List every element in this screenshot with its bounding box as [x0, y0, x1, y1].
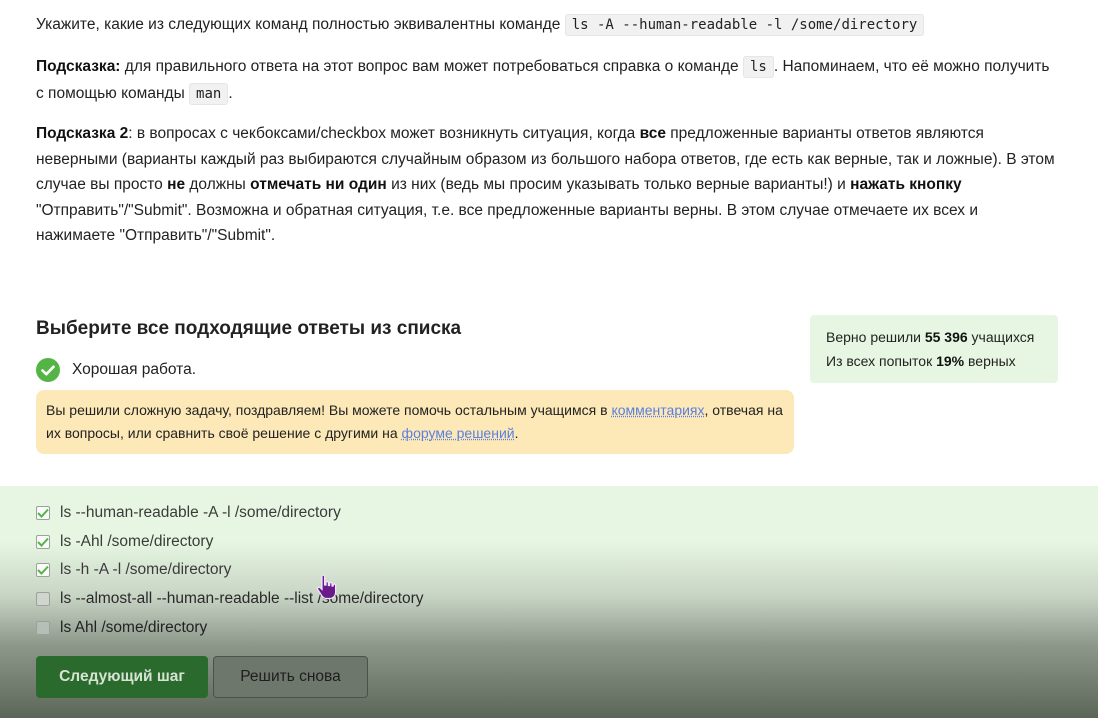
hint-2: Подсказка 2: в вопросах с чекбоксами/che… — [36, 121, 1060, 249]
answer-option-label: ls --almost-all --human-readable --list … — [60, 590, 424, 607]
hand-cursor-icon — [316, 574, 338, 605]
checkbox-checked[interactable] — [36, 535, 50, 549]
hint-2-bold: отмечать ни один — [250, 176, 387, 193]
answer-option[interactable]: ls --almost-all --human-readable --list … — [36, 590, 424, 608]
comments-link[interactable]: комментариях — [611, 402, 704, 418]
stats-attempts-suffix: верных — [968, 353, 1016, 369]
checkbox-checked[interactable] — [36, 563, 50, 577]
hint-1-text-c: . — [228, 84, 233, 102]
solutions-forum-link[interactable]: форуме решений — [402, 425, 515, 441]
stats-solved: Верно решили 55 396 учащихся — [826, 325, 1042, 349]
stats-solved-suffix: учащихся — [971, 329, 1035, 345]
answer-option-label: ls -Ahl /some/directory — [60, 533, 214, 550]
answers-panel: ls --human-readable -A -l /some/director… — [0, 486, 1098, 718]
answer-option[interactable]: ls Ahl /some/directory — [36, 619, 207, 637]
stats-panel: Верно решили 55 396 учащихся Из всех поп… — [810, 315, 1058, 383]
hint-2-bold: не — [167, 176, 186, 193]
checkbox-checked[interactable] — [36, 506, 50, 520]
hint-2-text: должны — [189, 176, 246, 193]
answer-option[interactable]: ls --human-readable -A -l /some/director… — [36, 504, 341, 522]
notice-text: Вы решили сложную задачу, поздравляем! В… — [46, 402, 608, 418]
hint-1: Подсказка: для правильного ответа на это… — [36, 54, 1056, 107]
question-command-code: ls -A --human-readable -l /some/director… — [564, 14, 925, 36]
solve-again-button[interactable]: Решить снова — [213, 656, 368, 698]
hint-2-bold: нажать кнопку — [850, 176, 962, 193]
answer-option-label: ls --human-readable -A -l /some/director… — [60, 504, 341, 521]
answer-option-label: ls -h -A -l /some/directory — [60, 561, 232, 578]
stats-attempts: Из всех попыток 19% верных — [826, 349, 1042, 373]
feedback-text: Хорошая работа. — [72, 361, 197, 378]
hint-2-text: из них (ведь мы просим указывать только … — [391, 176, 846, 193]
stats-solved-prefix: Верно решили — [826, 329, 921, 345]
hint-1-code-ls: ls — [743, 56, 774, 78]
checkbox-unchecked[interactable] — [36, 621, 50, 635]
answer-option-label: ls Ahl /some/directory — [60, 619, 208, 636]
answer-option[interactable]: ls -Ahl /some/directory — [36, 533, 213, 551]
stats-attempts-prefix: Из всех попыток — [826, 353, 933, 369]
answer-option[interactable]: ls -h -A -l /some/directory — [36, 561, 231, 579]
hint-2-label: Подсказка 2 — [36, 125, 129, 142]
question-intro-text: Укажите, какие из следующих команд полно… — [36, 16, 561, 33]
hint-1-label: Подсказка: — [36, 58, 121, 75]
feedback-status: Хорошая работа. — [36, 358, 196, 382]
notice-text: . — [514, 425, 519, 441]
checkbox-unchecked[interactable] — [36, 592, 50, 606]
answers-section-title: Выберите все подходящие ответы из списка — [36, 318, 462, 339]
hint-2-text: "Отправить"/"Submit". Возможна и обратна… — [36, 201, 978, 245]
hint-2-text: : в вопросах с чекбоксами/checkbox может… — [128, 125, 636, 142]
hint-2-bold: все — [639, 125, 666, 142]
success-notice: Вы решили сложную задачу, поздравляем! В… — [36, 390, 794, 454]
check-circle-icon — [36, 358, 60, 382]
hint-1-code-man: man — [189, 82, 229, 105]
stats-solved-count: 55 396 — [924, 329, 968, 345]
question-intro: Укажите, какие из следующих команд полно… — [36, 12, 925, 39]
stats-attempts-percent: 19% — [936, 353, 965, 369]
next-step-button[interactable]: Следующий шаг — [36, 656, 208, 698]
hint-1-text: для правильного ответа на этот вопрос ва… — [124, 58, 739, 75]
